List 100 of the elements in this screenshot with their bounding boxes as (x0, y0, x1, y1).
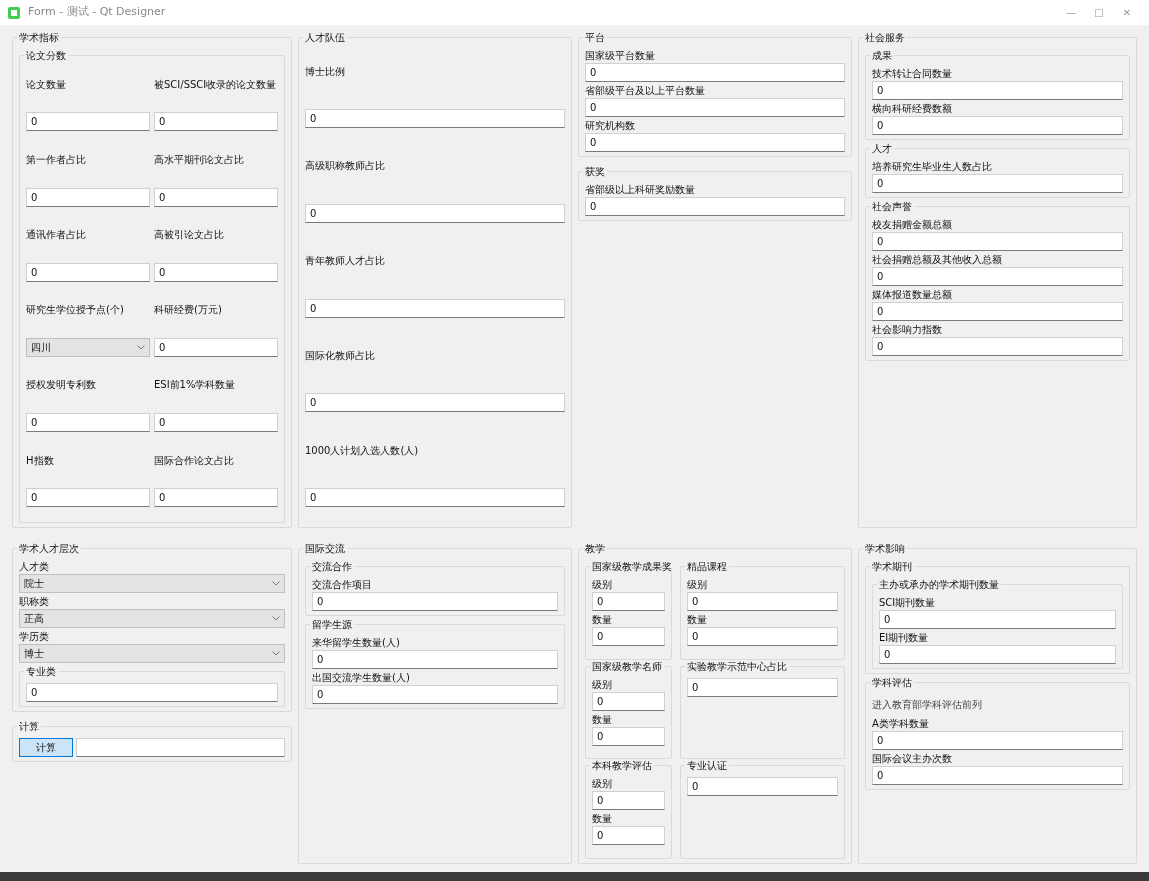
field-label: 学历类 (19, 630, 50, 643)
text-field[interactable]: 0 (305, 109, 565, 129)
text-field[interactable]: 0 (305, 488, 565, 508)
group-title: 人才队伍 (303, 31, 347, 44)
text-field[interactable]: 0 (592, 791, 665, 811)
group-title: 论文分数 (24, 49, 68, 62)
group-title: 社会服务 (863, 31, 907, 44)
field-label: 数量 (592, 812, 613, 826)
field-label: 数量 (592, 613, 613, 626)
field-label: 1000人计划入选人数(人) (305, 443, 420, 457)
text-field[interactable]: 0 (592, 691, 665, 711)
field-label: 科研经费(万元) (154, 303, 223, 317)
group-title: 专业认证 (684, 759, 729, 773)
field-label: 国际会议主办次数 (872, 752, 953, 765)
group-title: 社会声誉 (870, 200, 914, 213)
group-title: 成果 (870, 49, 894, 62)
field-label: 研究机构数 (585, 119, 636, 132)
text-field[interactable]: 0 (26, 187, 150, 207)
text-field[interactable]: 0 (872, 731, 1123, 750)
text-field[interactable]: 0 (686, 777, 838, 797)
dropdown[interactable]: 四川 (26, 337, 150, 357)
text-field[interactable]: 0 (872, 232, 1123, 251)
field-label: 博士比例 (305, 64, 346, 78)
text-field[interactable]: 0 (154, 488, 278, 508)
field-label: 授权发明专利数 (26, 378, 97, 392)
group-title: 平台 (583, 31, 607, 44)
text-field[interactable]: 0 (154, 337, 278, 357)
text-field[interactable]: 0 (585, 133, 845, 152)
text-field[interactable]: 0 (305, 393, 565, 413)
text-field[interactable]: 0 (26, 683, 278, 702)
field-label: 高水平期刊论文占比 (154, 152, 245, 166)
text-field[interactable]: 0 (154, 187, 278, 207)
text-field[interactable]: 0 (872, 174, 1123, 193)
chevron-down-icon (272, 616, 280, 621)
group-title: 人才 (870, 142, 894, 155)
field-label: 社会影响力指数 (872, 323, 943, 336)
field-label: 级别 (592, 578, 613, 591)
group-title: 学术期刊 (870, 560, 914, 573)
text-field[interactable]: 0 (872, 766, 1123, 785)
field-label: 通讯作者占比 (26, 228, 87, 242)
dropdown[interactable]: 正高 (19, 609, 285, 628)
text-field[interactable]: 0 (872, 302, 1123, 321)
group-title: 专业类 (24, 665, 58, 678)
text-field[interactable]: 0 (305, 203, 565, 223)
text-field[interactable]: 0 (879, 610, 1116, 629)
group-title: 交流合作 (310, 560, 354, 573)
text-field[interactable]: 0 (312, 650, 558, 669)
field-label: 被SCI/SSCI收录的论文数量 (154, 77, 278, 91)
text-field[interactable]: 0 (26, 488, 150, 508)
app-icon (8, 6, 20, 19)
group-title: 教学 (583, 542, 607, 555)
dropdown[interactable]: 博士 (19, 644, 285, 663)
field-label: 第一作者占比 (26, 152, 87, 166)
field-label: 青年教师人才占比 (305, 254, 386, 268)
group-title: 国家级教学成果奖 (590, 560, 674, 573)
text-field[interactable]: 0 (154, 262, 278, 282)
text-field[interactable]: 0 (312, 685, 558, 704)
text-field[interactable]: 0 (686, 677, 838, 697)
text-field[interactable]: 0 (585, 63, 845, 82)
text-field[interactable]: 0 (592, 627, 665, 646)
text-field[interactable]: 0 (879, 645, 1116, 664)
field-label: 培养研究生毕业生人数占比 (872, 160, 993, 173)
text-field[interactable]: 0 (872, 337, 1123, 356)
field-label: 省部级以上科研奖励数量 (585, 183, 696, 196)
text-field[interactable]: 0 (872, 267, 1123, 286)
group-title: 学术人才层次 (17, 542, 81, 555)
text-field[interactable]: 0 (592, 826, 665, 846)
field-label: 高被引论文占比 (154, 228, 225, 242)
text-field[interactable]: 0 (872, 116, 1123, 135)
text-field[interactable]: 0 (154, 413, 278, 432)
field-label: 数量 (686, 613, 708, 626)
text-field[interactable]: 0 (26, 262, 150, 282)
text-field[interactable]: 0 (26, 112, 150, 132)
note-text: 进入教育部学科评估前列 (872, 698, 983, 712)
text-field[interactable]: 0 (585, 98, 845, 117)
field-label: 数量 (592, 712, 613, 726)
text-field[interactable]: 0 (154, 112, 278, 132)
chevron-down-icon (272, 651, 280, 656)
field-label: 级别 (592, 677, 613, 691)
text-field[interactable] (76, 738, 285, 757)
field-label: 交流合作项目 (312, 578, 373, 591)
field-label: EI期刊数量 (879, 631, 930, 644)
field-label: 技术转让合同数量 (872, 67, 953, 80)
calculate-button[interactable]: 计算 (19, 738, 73, 757)
text-field[interactable]: 0 (686, 592, 838, 611)
group-title: 留学生源 (310, 618, 354, 631)
text-field[interactable]: 0 (305, 298, 565, 318)
text-field[interactable]: 0 (26, 413, 150, 432)
window-title: Form - 测试 - Qt Designer (28, 4, 166, 21)
text-field[interactable]: 0 (872, 81, 1123, 100)
text-field[interactable]: 0 (592, 592, 665, 611)
field-label: 社会捐赠总额及其他收入总额 (872, 253, 1003, 266)
text-field[interactable]: 0 (592, 726, 665, 746)
text-field[interactable]: 0 (312, 592, 558, 611)
field-label: 省部级平台及以上平台数量 (585, 84, 706, 97)
text-field[interactable]: 0 (585, 197, 845, 216)
field-label: A类学科数量 (872, 717, 930, 730)
field-label: 级别 (686, 578, 708, 591)
text-field[interactable]: 0 (686, 627, 838, 646)
dropdown[interactable]: 院士 (19, 574, 285, 593)
